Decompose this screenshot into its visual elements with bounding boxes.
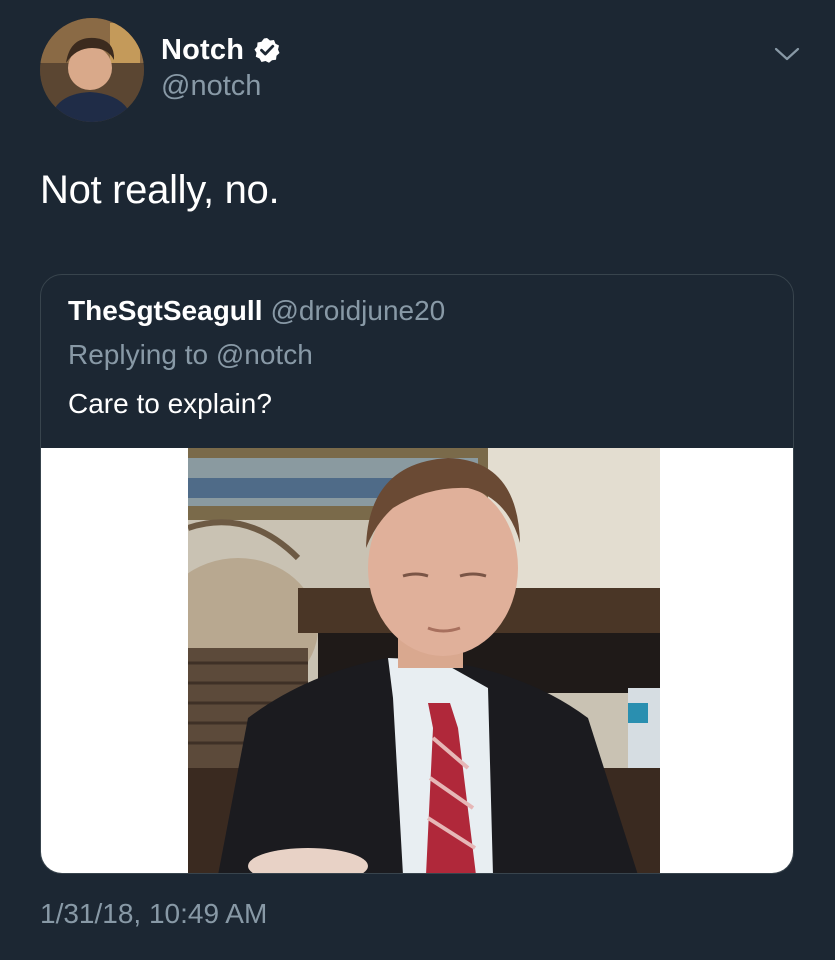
quoted-display-name: TheSgtSeagull (68, 295, 263, 326)
quoted-tweet-author: TheSgtSeagull @droidjune20 (68, 295, 445, 327)
quoted-handle: @droidjune20 (270, 295, 446, 326)
chevron-down-icon[interactable] (770, 40, 804, 68)
quoted-tweet-text: Care to explain? (68, 388, 272, 419)
quoted-tweet-card[interactable]: TheSgtSeagull @droidjune20 Replying to @n… (40, 274, 794, 874)
tweet-timestamp[interactable]: 1/31/18, 10:49 AM (40, 898, 267, 930)
tweet-text: Not really, no. (40, 168, 280, 212)
verified-badge-icon (254, 37, 280, 63)
author-handle[interactable]: @notch (161, 70, 261, 103)
replying-to-label: Replying to @notch (68, 339, 313, 370)
quoted-media-image[interactable] (188, 448, 660, 873)
author-display-name[interactable]: Notch (161, 34, 244, 67)
author-avatar[interactable] (40, 18, 144, 122)
tweet: Notch @notch Not really, no. TheSgtSeagu… (0, 0, 835, 960)
quoted-media-container[interactable] (41, 448, 793, 873)
author-name-row[interactable]: Notch (161, 30, 280, 70)
